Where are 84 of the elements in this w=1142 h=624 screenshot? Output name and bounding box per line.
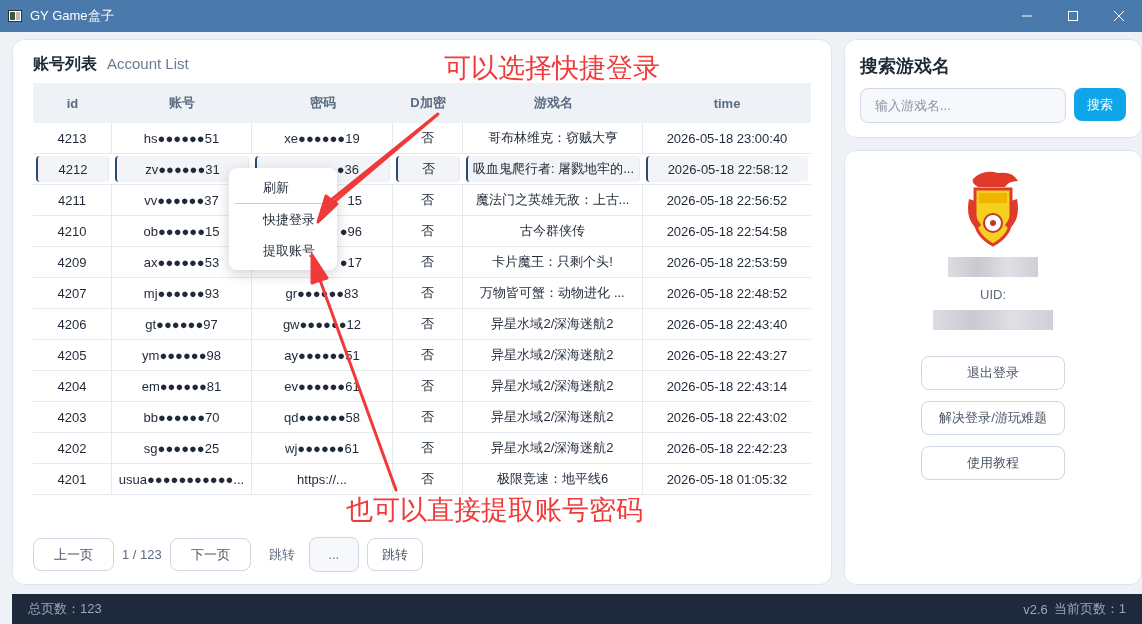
- table-cell: gt●●●●●●97: [112, 309, 252, 339]
- table-cell-text: 2026-05-18 22:43:27: [665, 346, 789, 365]
- table-cell-text: 2026-05-18 22:56:52: [665, 191, 789, 210]
- table-cell-text: 2026-05-18 22:43:40: [665, 315, 789, 334]
- panel-title: 账号列表: [33, 54, 97, 74]
- table-cell: 4210: [33, 216, 112, 246]
- table-cell: 4202: [33, 433, 112, 463]
- profile-button[interactable]: 退出登录: [921, 356, 1065, 390]
- column-header: time: [712, 94, 742, 113]
- table-cell: 异星水域2/深海迷航2: [463, 340, 643, 370]
- table-cell: 否: [393, 402, 463, 432]
- table-cell: sg●●●●●●25: [112, 433, 252, 463]
- current-page: 当前页数：1: [1053, 600, 1126, 618]
- table-cell-text: 2026-05-18 22:53:59: [665, 253, 789, 272]
- version-label: v2.6: [1023, 601, 1048, 617]
- table-cell: 4205: [33, 340, 112, 370]
- table-cell: 否: [393, 216, 463, 246]
- table-cell-text: 2026-05-18 22:43:14: [665, 377, 789, 396]
- column-header: 账号: [168, 94, 196, 112]
- table-cell: 4212: [36, 156, 109, 182]
- table-cell: 4211: [33, 185, 112, 215]
- table-cell: 否: [393, 309, 463, 339]
- column-header: D加密: [409, 94, 447, 112]
- table-cell: 4209: [33, 247, 112, 277]
- uid-label: UID:: [980, 287, 1006, 302]
- table-cell-text: 2026-05-18 23:00:40: [665, 129, 789, 148]
- table-cell-text: 2026-05-18 01:05:32: [665, 470, 789, 489]
- table-cell: 否: [393, 371, 463, 401]
- table-cell: 异星水域2/深海迷航2: [463, 433, 643, 463]
- table-cell: 否: [393, 433, 463, 463]
- table-cell: ym●●●●●●98: [112, 340, 252, 370]
- profile-button[interactable]: 解决登录/游玩难题: [921, 401, 1065, 435]
- table-cell: 4204: [33, 371, 112, 401]
- table-cell: 异星水域2/深海迷航2: [463, 309, 643, 339]
- table-cell-text: 2026-05-18 22:54:58: [665, 222, 789, 241]
- table-cell: 哥布林维克：窃贼大亨: [463, 123, 643, 153]
- page-input[interactable]: ...: [308, 537, 359, 572]
- table-cell: 极限竞速：地平线6: [463, 464, 643, 494]
- jump-button[interactable]: 跳转: [366, 538, 423, 571]
- table-cell: 否: [396, 156, 460, 182]
- table-cell: em●●●●●●81: [112, 371, 252, 401]
- search-field[interactable]: 输入游戏名...: [860, 88, 1066, 123]
- table-cell: 万物皆可蟹：动物进化 ...: [463, 278, 643, 308]
- close-icon[interactable]: [1114, 11, 1124, 21]
- table-cell: 卡片魔王：只剩个头!: [463, 247, 643, 277]
- table-cell: 否: [393, 247, 463, 277]
- next-page-button[interactable]: 下一页: [169, 538, 251, 571]
- page-indicator: 1 / 123: [122, 547, 162, 562]
- table-cell: 异星水域2/深海迷航2: [463, 402, 643, 432]
- maximize-icon[interactable]: [1068, 11, 1078, 21]
- table-cell-text: 2026-05-18 22:48:52: [665, 284, 789, 303]
- table-cell: mj●●●●●●93: [112, 278, 252, 308]
- app-icon: [8, 10, 22, 22]
- table-cell: 4203: [33, 402, 112, 432]
- table-cell: bb●●●●●●70: [112, 402, 252, 432]
- column-header: 密码: [308, 94, 337, 112]
- column-header: id: [65, 94, 80, 113]
- table-cell: zv●●●●●●31: [115, 156, 249, 182]
- table-cell: 异星水域2/深海迷航2: [463, 371, 643, 401]
- prev-page-button[interactable]: 上一页: [33, 538, 114, 571]
- column-header: 游戏名: [532, 94, 574, 112]
- table-cell: 否: [393, 340, 463, 370]
- table-cell: 古今群侠传: [463, 216, 643, 246]
- table-cell: 4207: [33, 278, 112, 308]
- search-title: 搜索游戏名: [860, 55, 951, 78]
- table-cell: 否: [393, 185, 463, 215]
- table-cell: 否: [393, 278, 463, 308]
- window-title: GY Game盒子: [30, 7, 115, 25]
- table-cell: 4206: [33, 309, 112, 339]
- table-cell: 4201: [33, 464, 112, 494]
- table-cell-text: 2026-05-18 22:43:02: [665, 408, 789, 427]
- table-cell: 4213: [33, 123, 112, 153]
- total-pages: 总页数：123: [28, 600, 103, 618]
- table-cell: hs●●●●●●51: [112, 123, 252, 153]
- table-cell: 吸血鬼爬行者: 屠戮地牢的...: [466, 156, 640, 182]
- table-cell: usua●●●●●●●●●●●...: [112, 464, 252, 494]
- table-cell-text: 2026-05-18 22:42:23: [665, 439, 789, 458]
- table-cell: 魔法门之英雄无敌：上古...: [463, 185, 643, 215]
- jump-label: 跳转: [268, 545, 295, 564]
- panel-subtitle: Account List: [107, 55, 189, 72]
- annotation-text: 也可以直接提取账号密码: [346, 494, 643, 527]
- annotation-text: 可以选择快捷登录: [444, 52, 660, 85]
- table-cell: 2026-05-18 22:58:12: [646, 156, 808, 182]
- profile-button[interactable]: 使用教程: [921, 446, 1065, 480]
